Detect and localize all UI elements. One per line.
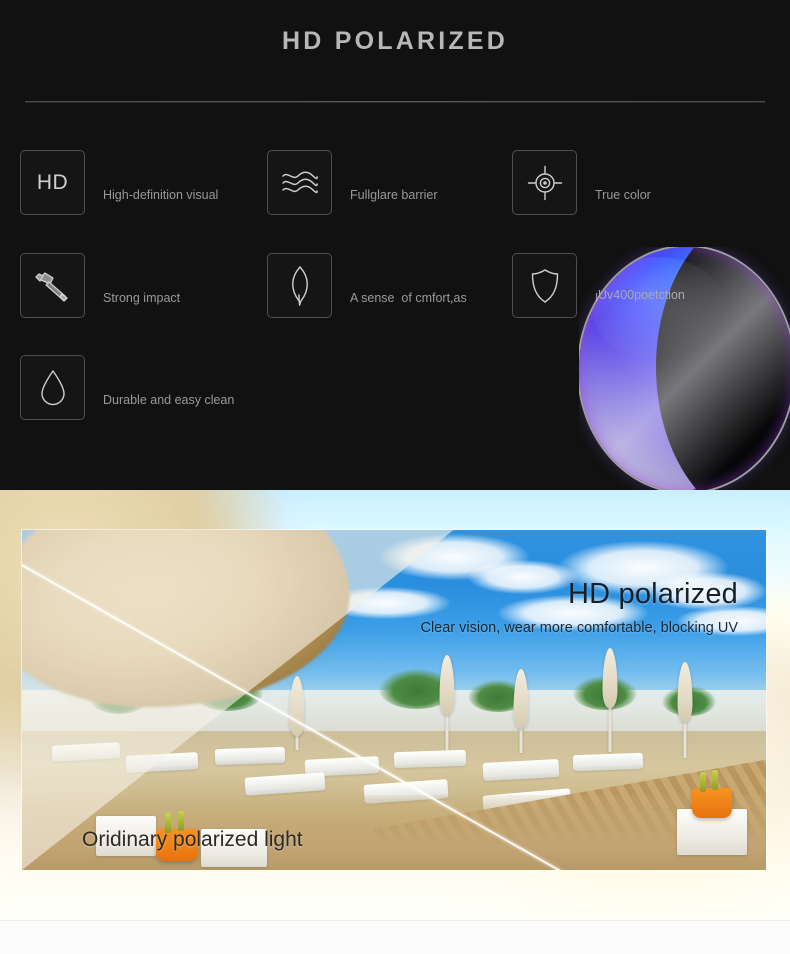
- hammer-icon: [20, 253, 85, 318]
- shield-icon: [512, 253, 577, 318]
- feature-label: Fullglare barrier: [350, 187, 438, 202]
- hd-icon: HD: [20, 150, 85, 215]
- closed-umbrella: [602, 648, 618, 753]
- photo-heading: HD polarized: [567, 578, 738, 610]
- feature-item-strong-impact: Strong impact: [20, 253, 180, 318]
- closed-umbrella: [513, 668, 529, 753]
- waves-icon: [267, 150, 332, 215]
- ice-bucket: [691, 770, 732, 819]
- sun-lounger: [215, 746, 286, 765]
- product-detail-page: HD POLARIZED HD High-definition visual F…: [0, 0, 790, 954]
- feature-item-durable-easy-clean: Durable and easy clean: [20, 355, 234, 420]
- feature-item-fullglare-barrier: Fullglare barrier: [267, 150, 438, 215]
- sun-lounger: [393, 749, 467, 769]
- photo-frame: HD polarized Clear vision, wear more com…: [22, 530, 766, 870]
- photo-subheading: Clear vision, wear more comfortable, blo…: [420, 620, 738, 636]
- crosshair-icon: [512, 150, 577, 215]
- photo-comparison-section: HD polarized Clear vision, wear more com…: [0, 490, 790, 920]
- feature-label-uv400: Uv400poetction: [598, 288, 685, 302]
- feature-label: High-definition visual: [103, 187, 219, 202]
- feature-grid: HD High-definition visual Fullglare barr…: [0, 0, 790, 490]
- feature-label: True color: [595, 187, 651, 202]
- closed-umbrella: [439, 655, 455, 752]
- feature-item-true-color: True color: [512, 150, 651, 215]
- features-section: HD POLARIZED HD High-definition visual F…: [0, 0, 790, 490]
- photo-bottom-label: Oridinary polarized light: [82, 828, 303, 851]
- feature-item-high-definition-visual: HD High-definition visual: [20, 150, 218, 215]
- closed-umbrella: [677, 662, 693, 758]
- hd-icon-label: HD: [36, 170, 69, 194]
- feature-label: Strong impact: [103, 290, 181, 305]
- feature-label: A sense of cmfort,as: [350, 290, 467, 305]
- feature-label: Durable and easy clean: [103, 392, 235, 407]
- beach-photo: HD polarized Clear vision, wear more com…: [22, 530, 766, 870]
- page-footer-space: [0, 920, 790, 954]
- water-drop-icon: [20, 355, 85, 420]
- feature-item-a-sense-of-comfort: A sense of cmfort,as: [267, 253, 467, 318]
- sun-lounger: [572, 753, 643, 772]
- leaf-icon: [267, 253, 332, 318]
- feature-item-uv400-protection: Uv400poetction: [512, 253, 682, 318]
